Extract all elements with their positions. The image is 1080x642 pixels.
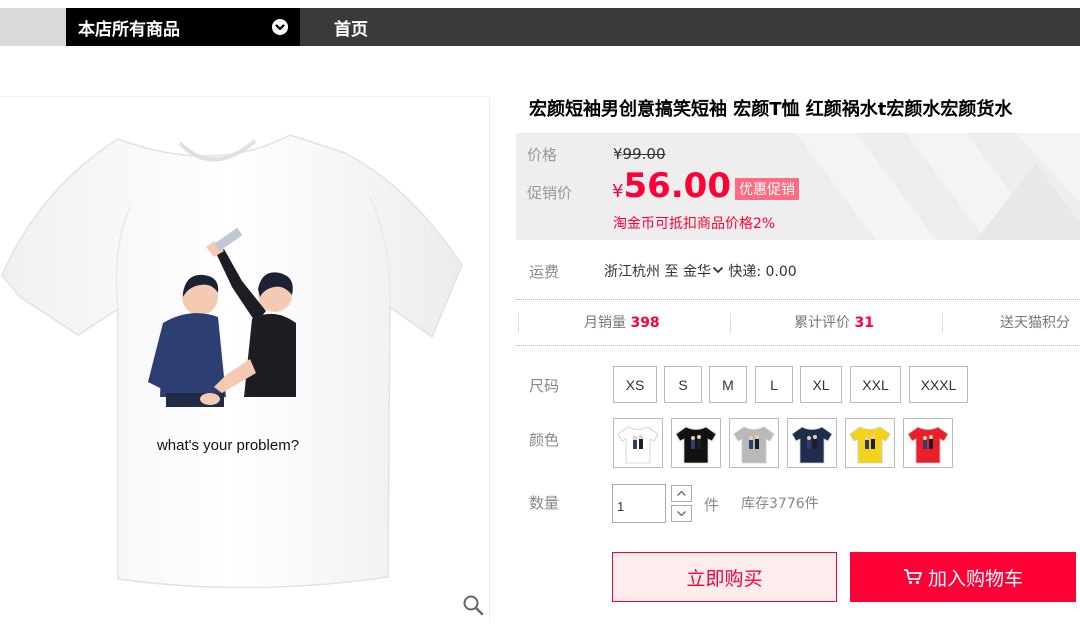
review-count-value: 31 xyxy=(854,315,874,331)
divider xyxy=(516,345,1080,346)
magnifier-icon[interactable] xyxy=(462,594,484,616)
color-swatch-yellow[interactable] xyxy=(845,418,895,468)
divider xyxy=(516,299,1080,300)
tmall-points: 送天猫积分 xyxy=(1000,315,1070,331)
price-label: 价格 xyxy=(527,146,558,164)
promo-currency-symbol: ¥ xyxy=(612,181,624,202)
tshirt-thumbnail xyxy=(733,426,775,464)
nav-home-link[interactable]: 首页 xyxy=(334,15,368,40)
quantity-unit: 件 xyxy=(704,496,720,514)
ship-to: 金华 xyxy=(682,264,711,280)
caret-down-icon xyxy=(677,511,686,517)
monthly-sales-label: 月销量 xyxy=(584,315,626,331)
size-option-xxxl[interactable]: XXXL xyxy=(909,366,968,403)
review-label: 累计评价 xyxy=(794,315,850,331)
chevron-down-icon xyxy=(272,19,288,35)
buy-now-label: 立即购买 xyxy=(686,567,763,590)
color-swatch-black[interactable] xyxy=(671,418,721,468)
all-products-menu[interactable]: 本店所有商品 xyxy=(66,8,300,46)
color-label: 颜色 xyxy=(529,431,560,449)
size-option-xl[interactable]: XL xyxy=(800,366,842,403)
all-products-label: 本店所有商品 xyxy=(78,19,180,40)
ship-from: 浙江杭州 xyxy=(604,264,660,280)
size-label: 尺码 xyxy=(529,377,560,395)
quantity-input[interactable]: 1 xyxy=(612,484,666,523)
promo-price: ¥56.00 xyxy=(612,166,731,206)
nav-left-block xyxy=(0,8,66,46)
size-option-xxl[interactable]: XXL xyxy=(850,366,901,403)
quantity-decrease-button[interactable] xyxy=(671,505,692,522)
currency-symbol: ¥ xyxy=(613,145,623,163)
size-option-l[interactable]: L xyxy=(755,366,793,403)
shirt-print-caption: what's your problem? xyxy=(156,437,299,454)
ship-to-select[interactable]: 金华 xyxy=(683,264,724,280)
color-swatch-red[interactable] xyxy=(903,418,953,468)
nav-bar: 首页 xyxy=(300,8,1080,46)
top-nav: 本店所有商品 首页 xyxy=(0,0,1080,46)
product-image[interactable]: what's your problem? xyxy=(0,96,490,622)
add-to-cart-label: 加入购物车 xyxy=(927,567,1023,590)
caret-up-icon xyxy=(677,490,686,496)
ship-method: 快递: 0.00 xyxy=(728,264,797,280)
ship-to-label: 至 xyxy=(664,264,679,280)
shipping-label: 运费 xyxy=(529,263,560,281)
quantity-label: 数量 xyxy=(529,494,560,512)
tshirt-thumbnail xyxy=(849,426,891,464)
divider xyxy=(942,313,943,333)
taojinbi-note[interactable]: 淘金币可抵扣商品价格2% xyxy=(613,213,775,233)
stock-count: 库存3776件 xyxy=(741,496,819,512)
product-title: 宏颜短袖男创意搞笑短袖 宏颜T恤 红颜祸水t宏颜水宏颜货水 xyxy=(529,99,1013,120)
sales-stats: 月销量 398 累计评价 31 送天猫积分 xyxy=(516,312,1080,334)
promo-price-label: 促销价 xyxy=(527,184,573,202)
original-price-value: 99.00 xyxy=(622,145,666,163)
cart-icon xyxy=(903,569,922,585)
quantity-increase-button[interactable] xyxy=(671,485,692,502)
monthly-sales: 月销量 398 xyxy=(584,312,660,332)
shipping-info: 浙江杭州 至 金华 快递: 0.00 xyxy=(604,261,797,281)
size-option-xs[interactable]: XS xyxy=(613,366,657,403)
divider xyxy=(730,313,731,333)
color-swatch-white[interactable] xyxy=(613,418,663,468)
size-option-s[interactable]: S xyxy=(664,366,702,403)
review-count[interactable]: 累计评价 31 xyxy=(794,312,874,332)
tshirt-illustration: what's your problem? xyxy=(1,134,463,589)
promo-badge: 优惠促销 xyxy=(735,178,799,200)
chevron-down-icon xyxy=(712,266,724,274)
divider xyxy=(518,313,519,333)
tshirt-thumbnail xyxy=(675,426,717,464)
monthly-sales-count: 398 xyxy=(630,315,660,331)
promo-price-value: 56.00 xyxy=(623,166,731,206)
size-option-m[interactable]: M xyxy=(709,366,747,403)
tshirt-thumbnail xyxy=(617,426,659,464)
original-price: ¥99.00 xyxy=(613,145,666,163)
add-to-cart-button[interactable]: 加入购物车 xyxy=(850,552,1076,602)
color-swatch-grey[interactable] xyxy=(729,418,779,468)
color-swatch-navy[interactable] xyxy=(787,418,837,468)
tshirt-thumbnail xyxy=(791,426,833,464)
buy-now-button[interactable]: 立即购买 xyxy=(612,552,837,602)
tshirt-thumbnail xyxy=(907,426,949,464)
